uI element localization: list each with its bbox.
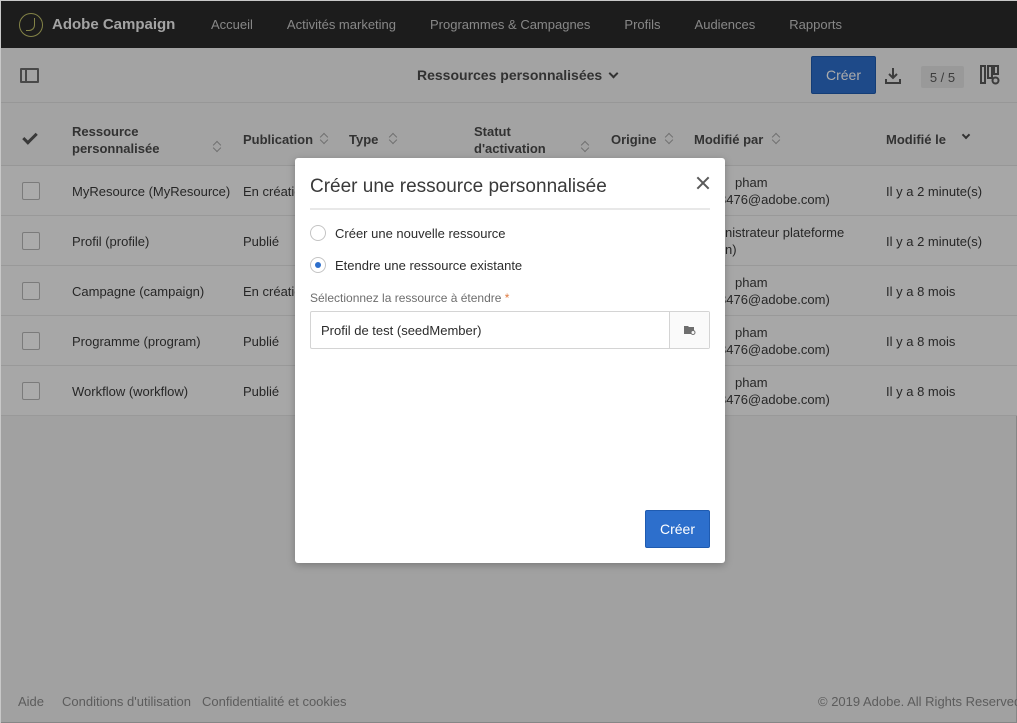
browse-resource-button[interactable] [669, 312, 709, 348]
option-extend-resource[interactable]: Etendre une ressource existante [310, 257, 522, 273]
option-new-resource[interactable]: Créer une nouvelle ressource [310, 225, 506, 241]
close-icon[interactable] [696, 176, 710, 190]
option-extend-resource-label: Etendre une ressource existante [335, 257, 523, 273]
required-marker: * [504, 291, 510, 305]
app-window: Adobe Campaign Accueil Activités marketi… [0, 0, 1017, 723]
resource-field-label: Sélectionnez la ressource à étendre * [310, 291, 510, 305]
dialog-title: Créer une ressource personnalisée [310, 176, 607, 197]
dialog-create-button[interactable]: Créer [645, 510, 710, 548]
dialog-divider [310, 208, 710, 210]
radio-extend-resource[interactable] [310, 257, 326, 273]
folder-search-icon [684, 326, 696, 335]
option-new-resource-label: Créer une nouvelle ressource [335, 225, 506, 241]
radio-new-resource[interactable] [310, 225, 326, 241]
create-resource-dialog: Créer une ressource personnalisée Créer … [295, 158, 725, 563]
resource-field-value[interactable]: Profil de test (seedMember) [311, 312, 669, 348]
resource-select-field[interactable]: Profil de test (seedMember) [310, 311, 710, 349]
